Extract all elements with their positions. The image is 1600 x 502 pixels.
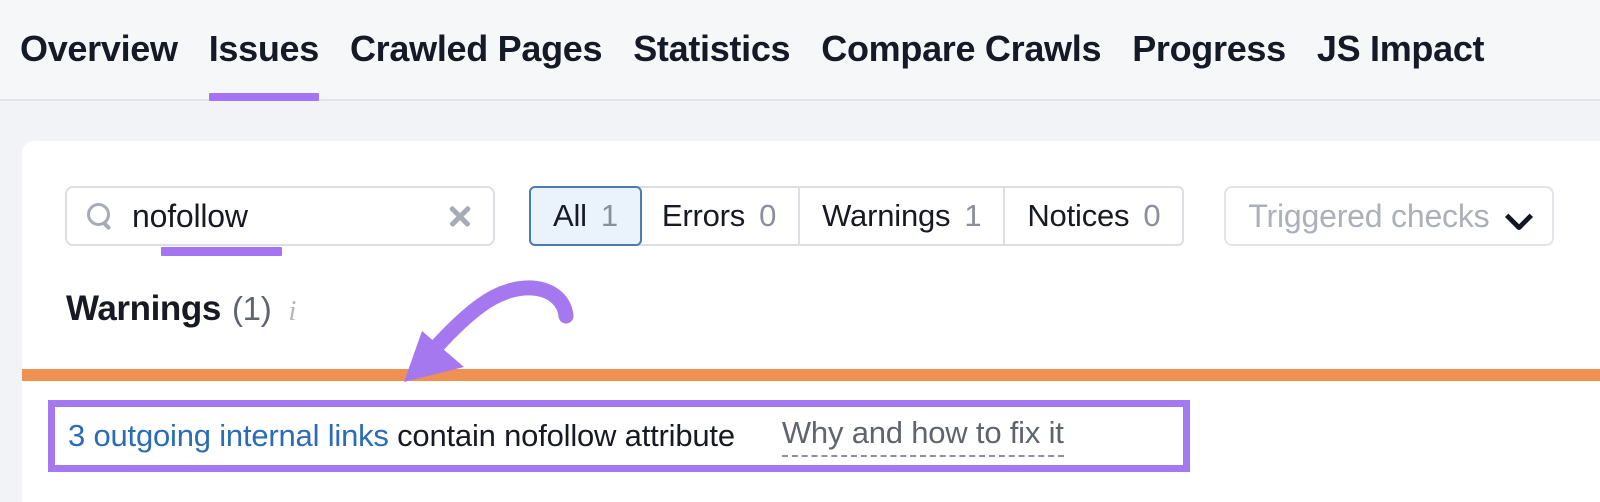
tab-list: Overview Issues Crawled Pages Statistics… — [0, 0, 1484, 101]
annotation-underline-query — [161, 247, 282, 256]
segment-label: Notices — [1027, 198, 1129, 234]
close-icon[interactable] — [445, 201, 475, 231]
main-tabbar: Overview Issues Crawled Pages Statistics… — [0, 0, 1600, 101]
segment-count: 0 — [1143, 198, 1160, 234]
issue-description: 3 outgoing internal links contain nofoll… — [68, 418, 735, 454]
tab-statistics[interactable]: Statistics — [633, 0, 790, 101]
tab-label: Issues — [209, 28, 319, 70]
tab-js-impact[interactable]: JS Impact — [1317, 0, 1484, 101]
filters-toolbar: nofollow All 1 Errors 0 Warnings 1 Notic… — [65, 186, 1554, 246]
search-icon — [85, 202, 113, 230]
filter-segment-all[interactable]: All 1 — [529, 186, 642, 246]
tab-label: Compare Crawls — [821, 28, 1101, 70]
tab-label: Crawled Pages — [350, 28, 602, 70]
segment-label: Warnings — [822, 198, 950, 234]
section-title: Warnings — [66, 289, 221, 329]
why-and-how-to-fix-it-link[interactable]: Why and how to fix it — [782, 415, 1064, 457]
segment-label: All — [553, 198, 587, 234]
search-input-value: nofollow — [113, 198, 445, 235]
issue-link[interactable]: 3 outgoing internal links — [68, 418, 389, 453]
warnings-section-header: Warnings (1) i — [66, 289, 296, 329]
tab-issues[interactable]: Issues — [209, 0, 319, 101]
tab-label: JS Impact — [1317, 28, 1484, 70]
info-icon[interactable]: i — [288, 295, 296, 328]
issue-row[interactable]: 3 outgoing internal links contain nofoll… — [48, 400, 1190, 472]
section-count: (1) — [232, 290, 271, 328]
issue-rest-text: contain nofollow attribute — [389, 418, 735, 453]
segment-count: 1 — [964, 198, 981, 234]
tab-label: Progress — [1132, 28, 1286, 70]
tab-compare-crawls[interactable]: Compare Crawls — [821, 0, 1101, 101]
issues-panel: nofollow All 1 Errors 0 Warnings 1 Notic… — [22, 141, 1600, 502]
tab-progress[interactable]: Progress — [1132, 0, 1286, 101]
chevron-down-icon — [1506, 203, 1532, 229]
tab-crawled-pages[interactable]: Crawled Pages — [350, 0, 602, 101]
dropdown-label: Triggered checks — [1248, 198, 1489, 235]
issue-type-filter: All 1 Errors 0 Warnings 1 Notices 0 — [529, 186, 1184, 246]
segment-count: 0 — [759, 198, 776, 234]
filter-segment-errors[interactable]: Errors 0 — [640, 188, 800, 244]
tab-label: Statistics — [633, 28, 790, 70]
severity-bar-warning — [22, 369, 1600, 381]
active-tab-indicator — [209, 93, 319, 101]
segment-label: Errors — [662, 198, 745, 234]
search-input[interactable]: nofollow — [65, 186, 495, 246]
triggered-checks-dropdown[interactable]: Triggered checks — [1224, 186, 1554, 246]
segment-count: 1 — [601, 198, 618, 234]
filter-segment-warnings[interactable]: Warnings 1 — [800, 188, 1005, 244]
tab-label: Overview — [20, 28, 178, 70]
tab-overview[interactable]: Overview — [20, 0, 178, 101]
filter-segment-notices[interactable]: Notices 0 — [1005, 188, 1182, 244]
